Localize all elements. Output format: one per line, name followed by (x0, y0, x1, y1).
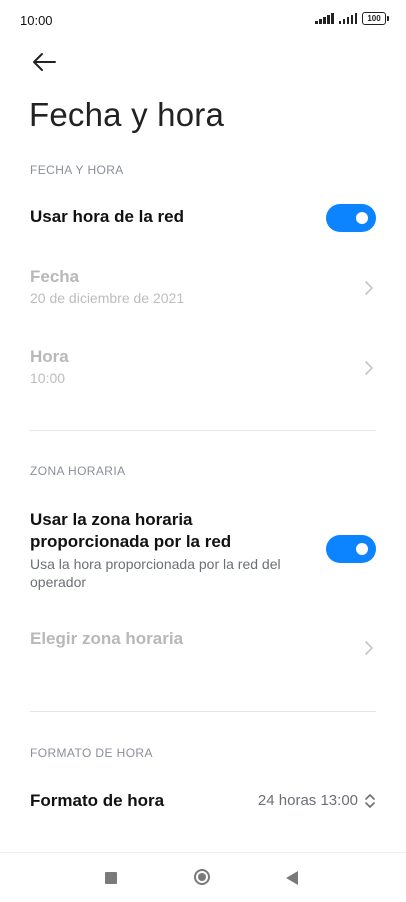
section-header-date-time: FECHA Y HORA (30, 163, 124, 177)
date-label: Fecha (30, 267, 80, 286)
network-timezone-label-2: proporcionada por la red (30, 532, 232, 551)
network-timezone-row[interactable]: Usar la zona horaria proporcionada por l… (30, 509, 376, 593)
recent-apps-icon[interactable] (105, 872, 117, 884)
signal-icon (338, 13, 357, 24)
page-title: Fecha y hora (29, 96, 225, 133)
home-icon[interactable] (194, 869, 210, 885)
battery-icon: 100 (362, 12, 389, 25)
divider (30, 430, 376, 431)
time-format-selector[interactable]: 24 horas 13:00 (258, 792, 376, 809)
time-format-row[interactable]: Formato de hora 24 horas 13:00 (30, 790, 376, 814)
time-row[interactable]: Hora 10:00 (30, 346, 376, 390)
time-value: 10:00 (30, 370, 66, 386)
settings-screen: 10:00 100 Fecha y hora FECHA Y HORA Usar… (0, 0, 406, 902)
navigation-bar (0, 852, 406, 902)
status-icons: 100 (315, 12, 389, 25)
section-header-time-format: FORMATO DE HORA (30, 746, 153, 760)
chevron-right-icon (365, 641, 373, 655)
chevron-right-icon (365, 361, 373, 375)
back-button[interactable] (30, 50, 58, 74)
signal-icon (315, 13, 334, 24)
network-timezone-subtitle: Usa la hora proporcionada por la red del… (30, 556, 281, 590)
network-time-toggle[interactable] (326, 204, 376, 232)
divider (30, 711, 376, 712)
network-time-label: Usar hora de la red (30, 207, 185, 226)
network-timezone-text: Usar la zona horaria proporcionada por l… (30, 509, 320, 591)
toggle-knob (356, 543, 368, 555)
date-value: 20 de diciembre de 2021 (30, 290, 185, 306)
choose-timezone-label: Elegir zona horaria (30, 629, 184, 648)
time-format-value: 24 horas 13:00 (257, 792, 358, 809)
choose-timezone-row[interactable]: Elegir zona horaria (30, 628, 376, 672)
network-timezone-toggle[interactable] (326, 535, 376, 563)
time-label: Hora (30, 347, 69, 366)
chevron-right-icon (365, 281, 373, 295)
section-header-time-zone: ZONA HORARIA (30, 464, 126, 478)
network-timezone-label-1: Usar la zona horaria (30, 510, 193, 529)
up-down-chevron-icon (365, 793, 375, 808)
back-arrow-icon (33, 53, 56, 71)
status-time: 10:00 (20, 13, 53, 28)
toggle-knob (356, 212, 368, 224)
network-time-row[interactable]: Usar hora de la red (30, 204, 376, 232)
date-row[interactable]: Fecha 20 de diciembre de 2021 (30, 266, 376, 310)
nav-back-icon[interactable] (286, 871, 298, 885)
status-bar: 10:00 100 (0, 0, 406, 40)
